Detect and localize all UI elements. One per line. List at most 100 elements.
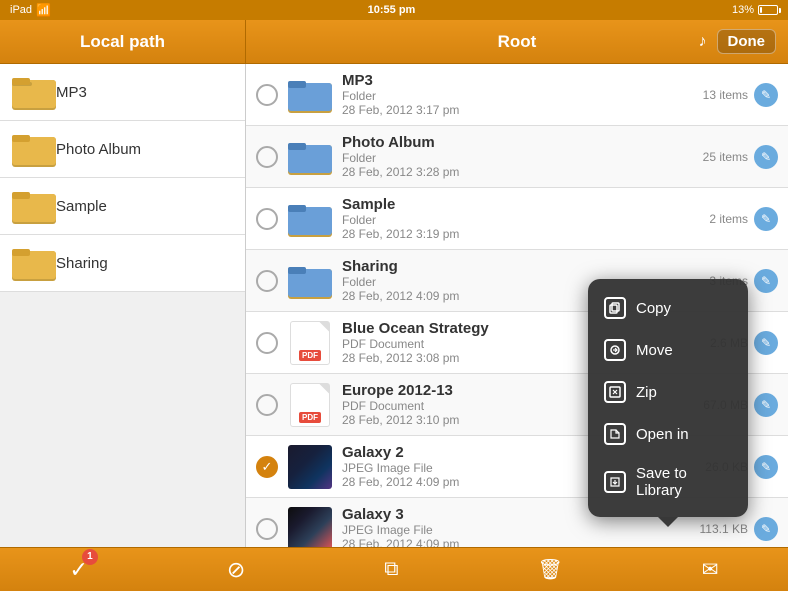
edit-button[interactable] — [754, 455, 778, 479]
no-entry-button[interactable]: ⊘ — [227, 557, 245, 583]
menu-item-move[interactable]: Move — [588, 329, 748, 371]
battery-pct: 13% — [732, 4, 754, 16]
file-thumb-blue-ocean: PDF — [288, 321, 332, 365]
file-info-mp3: MP3 Folder 28 Feb, 2012 3:17 pm — [342, 72, 695, 117]
move-icon — [604, 339, 626, 361]
wifi-icon: 📶 — [36, 3, 51, 17]
edit-button[interactable] — [754, 207, 778, 231]
table-row[interactable]: MP3 Folder 28 Feb, 2012 3:17 pm 13 items — [246, 64, 788, 126]
mail-icon: ✉ — [702, 557, 719, 582]
file-meta-photoalbum: 25 items — [703, 150, 748, 164]
sidebar-photoalbum-label: Photo Album — [56, 141, 141, 158]
status-left: iPad 📶 — [10, 3, 51, 17]
file-type: JPEG Image File — [342, 523, 692, 537]
music-icon: ♪ — [699, 33, 707, 51]
file-date: 28 Feb, 2012 3:28 pm — [342, 165, 695, 179]
edit-button[interactable] — [754, 393, 778, 417]
menu-item-open-in[interactable]: Open in — [588, 413, 748, 455]
badge-count: 1 — [82, 549, 98, 565]
file-list: MP3 Folder 28 Feb, 2012 3:17 pm 13 items… — [246, 64, 788, 547]
sidebar-mp3-label: MP3 — [56, 84, 87, 101]
file-thumb-photoalbum — [288, 135, 332, 179]
sidebar-item-sharing[interactable]: Sharing — [0, 235, 245, 292]
monitor-button[interactable]: ⧉ — [384, 558, 398, 581]
sidebar-item-mp3[interactable]: MP3 — [0, 64, 245, 121]
folder-icon — [12, 245, 56, 281]
file-meta-mp3: 13 items — [703, 88, 748, 102]
edit-button[interactable] — [754, 145, 778, 169]
edit-button[interactable] — [754, 269, 778, 293]
menu-item-copy[interactable]: Copy — [588, 287, 748, 329]
edit-button[interactable] — [754, 331, 778, 355]
file-name: Photo Album — [342, 134, 695, 151]
copy-label: Copy — [636, 300, 671, 317]
file-info-photoalbum: Photo Album Folder 28 Feb, 2012 3:28 pm — [342, 134, 695, 179]
file-thumb-europe: PDF — [288, 383, 332, 427]
local-path-title: Local path — [80, 32, 165, 52]
copy-icon — [604, 297, 626, 319]
trash-icon: 🗑 — [537, 557, 562, 582]
move-label: Move — [636, 342, 673, 359]
sidebar-item-sample[interactable]: Sample — [0, 178, 245, 235]
battery-icon — [758, 5, 778, 15]
bottom-toolbar: ✓ 1 ⊘ ⧉ 🗑 ✉ — [0, 547, 788, 591]
file-size: 113.1 KB — [700, 522, 748, 536]
table-row[interactable]: Sample Folder 28 Feb, 2012 3:19 pm 2 ite… — [246, 188, 788, 250]
file-name: Sample — [342, 196, 701, 213]
status-right: 13% — [732, 4, 778, 16]
mail-button[interactable]: ✉ — [702, 557, 719, 582]
radio-sharing[interactable] — [256, 270, 278, 292]
no-entry-icon: ⊘ — [227, 557, 245, 583]
header: Local path Root ♪ Done — [0, 20, 788, 64]
file-date: 28 Feb, 2012 4:09 pm — [342, 537, 692, 547]
radio-galaxy3[interactable] — [256, 518, 278, 540]
radio-sample[interactable] — [256, 208, 278, 230]
file-name: MP3 — [342, 72, 695, 89]
save-library-icon — [604, 471, 626, 493]
file-type: Folder — [342, 213, 701, 227]
file-date: 28 Feb, 2012 3:19 pm — [342, 227, 701, 241]
carrier-label: iPad — [10, 4, 32, 16]
file-info-sample: Sample Folder 28 Feb, 2012 3:19 pm — [342, 196, 701, 241]
context-menu: Copy Move Zip — [588, 279, 748, 517]
menu-item-zip[interactable]: Zip — [588, 371, 748, 413]
radio-blue-ocean[interactable] — [256, 332, 278, 354]
table-row[interactable]: Photo Album Folder 28 Feb, 2012 3:28 pm … — [246, 126, 788, 188]
radio-photoalbum[interactable] — [256, 146, 278, 168]
file-thumb-galaxy3 — [288, 507, 332, 548]
file-size: 13 items — [703, 88, 748, 102]
file-date: 28 Feb, 2012 3:17 pm — [342, 103, 695, 117]
done-button[interactable]: Done — [717, 29, 777, 54]
radio-europe[interactable] — [256, 394, 278, 416]
radio-mp3[interactable] — [256, 84, 278, 106]
open-in-label: Open in — [636, 426, 689, 443]
sidebar-sharing-label: Sharing — [56, 255, 108, 272]
time-label: 10:55 pm — [368, 4, 416, 16]
file-size: 25 items — [703, 150, 748, 164]
zip-icon — [604, 381, 626, 403]
edit-button[interactable] — [754, 517, 778, 541]
root-title: Root — [498, 32, 537, 52]
file-meta-galaxy3: 113.1 KB — [700, 522, 748, 536]
sidebar: MP3 Photo Album Sample — [0, 64, 246, 547]
folder-icon — [12, 131, 56, 167]
menu-item-save-library[interactable]: Save to Library — [588, 455, 748, 509]
galaxy3-thumbnail — [288, 507, 332, 548]
header-actions: ♪ Done — [699, 29, 777, 54]
monitor-icon: ⧉ — [384, 558, 398, 581]
radio-galaxy2[interactable] — [256, 456, 278, 478]
edit-button[interactable] — [754, 83, 778, 107]
file-thumb-sharing — [288, 259, 332, 303]
sidebar-item-photoalbum[interactable]: Photo Album — [0, 121, 245, 178]
header-left-panel: Local path — [0, 20, 246, 63]
status-bar: iPad 📶 10:55 pm 13% — [0, 0, 788, 20]
file-name: Sharing — [342, 258, 701, 275]
file-thumb-sample — [288, 197, 332, 241]
file-type: Folder — [342, 151, 695, 165]
checkmark-button[interactable]: ✓ 1 — [69, 557, 87, 583]
sidebar-sample-label: Sample — [56, 198, 107, 215]
folder-icon — [12, 74, 56, 110]
zip-label: Zip — [636, 384, 657, 401]
trash-button[interactable]: 🗑 — [537, 557, 562, 582]
main-layout: MP3 Photo Album Sample — [0, 64, 788, 547]
